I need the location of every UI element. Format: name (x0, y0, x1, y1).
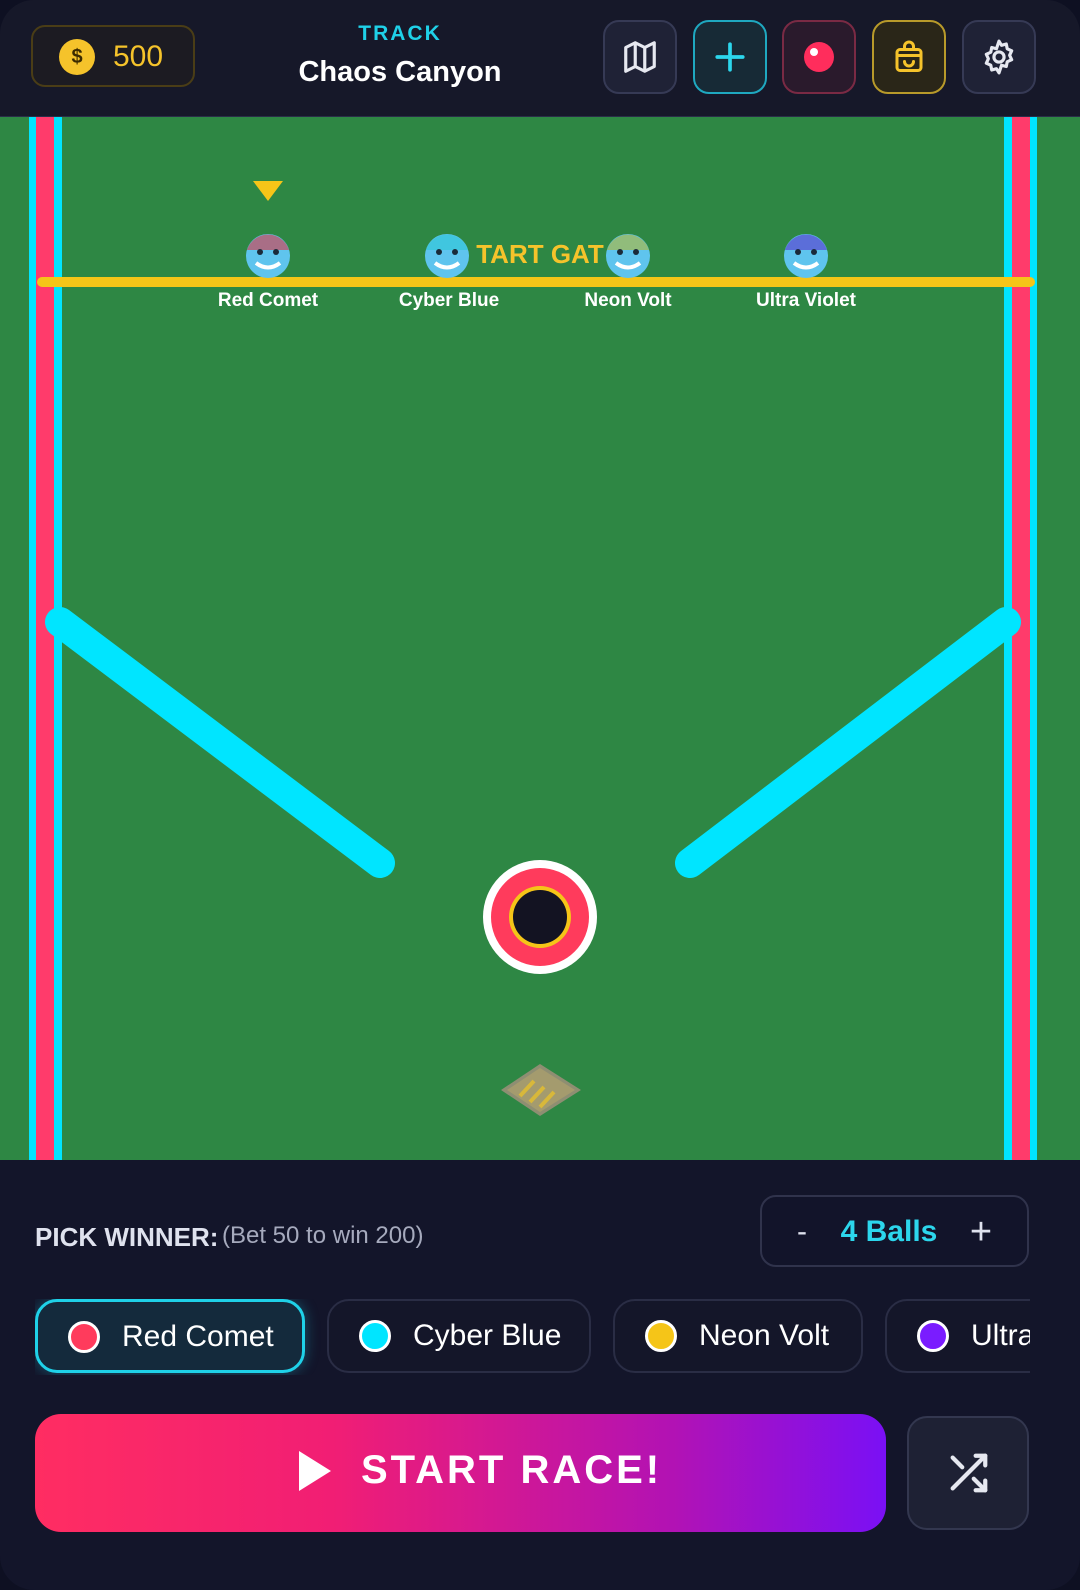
right-ramp (675, 607, 1021, 878)
racer-option-ultra-violet[interactable]: Ultra (885, 1299, 1030, 1373)
coin-icon: $ (59, 39, 95, 75)
color-dot (359, 1320, 391, 1352)
decrease-balls-button[interactable]: - (782, 1215, 822, 1249)
start-race-button[interactable]: START RACE! (35, 1414, 886, 1532)
left-rail (36, 117, 54, 1160)
settings-button[interactable] (962, 20, 1036, 94)
start-race-label: START RACE! (361, 1448, 663, 1492)
add-button[interactable] (693, 20, 767, 94)
racer-label: Ultra Violet (756, 290, 856, 311)
coin-balance: $ 500 (31, 25, 195, 87)
right-rail (1012, 117, 1030, 1160)
shopping-bag-icon (895, 40, 923, 72)
app-frame: $ 500 TRACK Chaos Canyon TART GAT Red Co… (0, 0, 1080, 1590)
ball-count-value: 4 Balls (840, 1215, 938, 1248)
racer-option-label: Neon Volt (699, 1319, 830, 1352)
ball-cyber-blue (425, 234, 469, 278)
track-name: Chaos Canyon (298, 56, 502, 88)
record-icon (804, 42, 834, 72)
play-icon (299, 1451, 331, 1491)
start-gate-label: TART GAT (476, 239, 604, 269)
record-button[interactable] (782, 20, 856, 94)
color-dot (917, 1320, 949, 1352)
racer-label: Neon Volt (584, 290, 672, 311)
pick-winner-title: PICK WINNER: (35, 1222, 219, 1252)
racer-picker: Red Comet Cyber Blue Neon Volt Ultra (35, 1299, 1030, 1375)
track-label: TRACK (358, 22, 442, 45)
boost-pad-icon (501, 1064, 581, 1116)
ball-count-stepper: - 4 Balls + (760, 1195, 1029, 1267)
shuffle-icon (950, 1453, 988, 1493)
racer-option-label: Ultra (971, 1319, 1030, 1352)
racer-option-neon-volt[interactable]: Neon Volt (613, 1299, 863, 1373)
gear-icon (984, 39, 1014, 75)
color-dot (68, 1321, 100, 1353)
top-bar: $ 500 TRACK Chaos Canyon (0, 0, 1080, 118)
increase-balls-button[interactable]: + (958, 1211, 1004, 1254)
race-track: TART GAT Red Comet Cyber Blue Neon Volt … (0, 117, 1080, 1160)
bet-panel: PICK WINNER: (Bet 50 to win 200) - 4 Bal… (0, 1162, 1080, 1590)
racer-label: Red Comet (217, 290, 319, 311)
shop-button[interactable] (872, 20, 946, 94)
color-dot (645, 1320, 677, 1352)
left-ramp (45, 607, 395, 878)
ball-neon-volt (606, 234, 650, 278)
ball-red-comet (246, 234, 290, 278)
ball-ultra-violet (784, 234, 828, 278)
racer-option-red-comet[interactable]: Red Comet (35, 1299, 305, 1373)
map-button[interactable] (603, 20, 677, 94)
plus-icon (715, 42, 745, 72)
bet-info: (Bet 50 to win 200) (222, 1222, 424, 1249)
shuffle-button[interactable] (907, 1416, 1029, 1530)
racer-option-label: Red Comet (122, 1320, 274, 1353)
left-rail-outer (29, 117, 36, 1160)
track-canvas (29, 117, 1037, 1160)
racer-option-label: Cyber Blue (413, 1319, 562, 1352)
racer-label: Cyber Blue (398, 290, 500, 311)
coin-amount: 500 (113, 40, 164, 73)
map-icon (624, 41, 656, 73)
leader-marker-icon (253, 181, 283, 201)
racer-option-cyber-blue[interactable]: Cyber Blue (327, 1299, 591, 1373)
right-rail-outer (1030, 117, 1037, 1160)
center-bumper (483, 860, 597, 974)
